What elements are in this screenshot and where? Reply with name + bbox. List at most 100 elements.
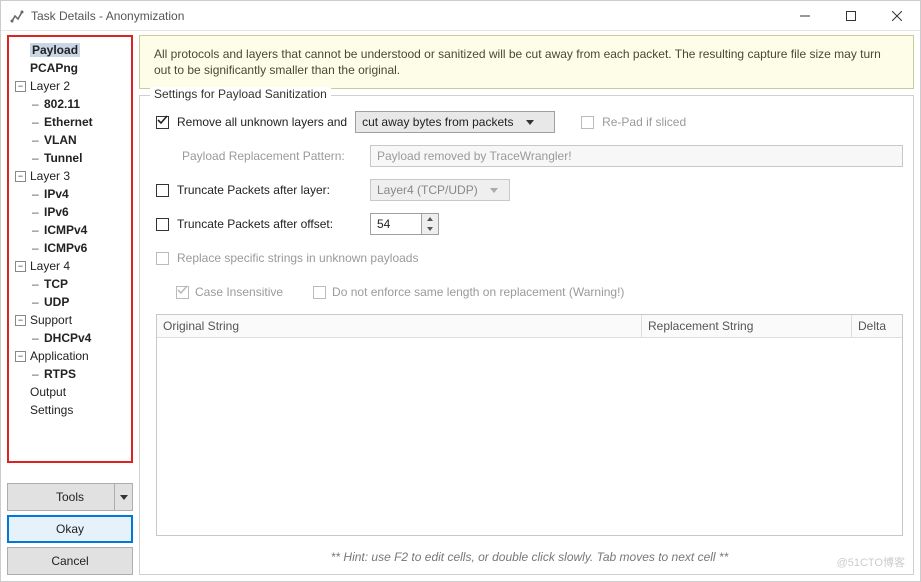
leaf-bullet-icon [29,133,44,147]
chevron-down-icon [490,188,498,193]
leaf-bullet-icon [29,277,44,291]
tree-item-pcapng[interactable]: PCAPng [13,59,127,77]
tree-item-tcp[interactable]: TCP [13,275,127,293]
tree-item-ipv6[interactable]: IPv6 [13,203,127,221]
leaf-bullet-icon [29,295,44,309]
replace-strings-label: Replace specific strings in unknown payl… [177,251,418,265]
tree-item-label: Application [30,349,89,363]
tree-item-application[interactable]: −Application [13,347,127,365]
truncate-offset-spinner[interactable]: 54 [370,213,439,235]
spinner-up[interactable] [422,214,438,224]
truncate-layer-label: Truncate Packets after layer: [177,183,362,197]
tree-item-label: UDP [44,295,69,309]
close-button[interactable] [874,1,920,31]
tools-split-arrow[interactable] [114,484,132,510]
leaf-bullet-icon [29,241,44,255]
okay-button[interactable]: Okay [7,515,133,543]
leaf-bullet-icon [29,205,44,219]
tree-item-label: DHCPv4 [44,331,91,345]
tree-item-layer-3[interactable]: −Layer 3 [13,167,127,185]
tree-item-layer-4[interactable]: −Layer 4 [13,257,127,275]
expander-icon[interactable]: − [15,81,26,92]
watermark: @51CTO博客 [837,554,905,570]
truncate-layer-checkbox[interactable] [156,184,169,197]
tools-button-label: Tools [56,490,84,504]
case-insensitive-label: Case Insensitive [195,285,283,299]
group-legend: Settings for Payload Sanitization [150,87,331,101]
expander-icon[interactable]: − [15,351,26,362]
info-panel: All protocols and layers that cannot be … [139,35,914,89]
tree-item-support[interactable]: −Support [13,311,127,329]
okay-label: Okay [56,522,84,536]
cancel-label: Cancel [51,554,88,568]
tree-item-label: RTPS [44,367,76,381]
tree-item-label: Layer 3 [30,169,70,183]
tree-item-label: Settings [30,403,73,417]
app-icon [9,8,25,24]
no-enforce-checkbox [313,286,326,299]
col-replacement[interactable]: Replacement String [642,315,852,338]
col-delta[interactable]: Delta [852,315,902,338]
chevron-down-icon [526,120,534,125]
tree-item-settings[interactable]: Settings [13,401,127,419]
repad-checkbox [581,116,594,129]
tree-item-vlan[interactable]: VLAN [13,131,127,149]
pattern-input: Payload removed by TraceWrangler! [370,145,903,167]
tree-item-label: PCAPng [30,61,78,75]
tree-item-label: ICMPv4 [44,223,87,237]
expander-icon[interactable]: − [15,171,26,182]
case-insensitive-checkbox [176,286,189,299]
tree-item-icmpv4[interactable]: ICMPv4 [13,221,127,239]
tree-item-udp[interactable]: UDP [13,293,127,311]
remove-unknown-label: Remove all unknown layers and [177,115,347,129]
tree-item-dhcpv4[interactable]: DHCPv4 [13,329,127,347]
tree-item-output[interactable]: Output [13,383,127,401]
tree-item-label: 802.11 [44,97,80,111]
leaf-bullet-icon [29,97,44,111]
expander-icon[interactable]: − [15,315,26,326]
hint-text: ** Hint: use F2 to edit cells, or double… [156,546,903,566]
tree-item-rtps[interactable]: RTPS [13,365,127,383]
tree-item-label: Support [30,313,72,327]
tools-button[interactable]: Tools [7,483,133,511]
truncate-offset-label: Truncate Packets after offset: [177,217,362,231]
tree-item-label: Layer 2 [30,79,70,93]
truncate-offset-checkbox[interactable] [156,218,169,231]
truncate-layer-combo: Layer4 (TCP/UDP) [370,179,510,201]
minimize-button[interactable] [782,1,828,31]
tree-item-label: IPv4 [44,187,69,201]
remove-unknown-checkbox[interactable] [156,116,169,129]
leaf-bullet-icon [29,223,44,237]
tree-item-label: ICMPv6 [44,241,87,255]
col-original[interactable]: Original String [157,315,642,338]
tree-item-802-11[interactable]: 802.11 [13,95,127,113]
leaf-bullet-icon [29,367,44,381]
tree-item-ethernet[interactable]: Ethernet [13,113,127,131]
maximize-button[interactable] [828,1,874,31]
nav-tree[interactable]: PayloadPCAPng−Layer 2802.11EthernetVLANT… [7,35,133,463]
cancel-button[interactable]: Cancel [7,547,133,575]
tree-item-ipv4[interactable]: IPv4 [13,185,127,203]
titlebar: Task Details - Anonymization [1,1,920,31]
table-body[interactable] [157,338,902,535]
tree-item-label: Payload [30,43,80,57]
tree-item-label: Output [30,385,66,399]
remove-unknown-combo-value: cut away bytes from packets [362,115,513,129]
tree-item-tunnel[interactable]: Tunnel [13,149,127,167]
spinner-down[interactable] [422,224,438,234]
truncate-offset-value[interactable]: 54 [371,214,421,234]
repad-label: Re-Pad if sliced [602,115,686,129]
remove-unknown-combo[interactable]: cut away bytes from packets [355,111,555,133]
tree-item-payload[interactable]: Payload [13,41,127,59]
expander-icon[interactable]: − [15,261,26,272]
truncate-layer-combo-value: Layer4 (TCP/UDP) [377,183,478,197]
leaf-bullet-icon [29,151,44,165]
tree-item-icmpv6[interactable]: ICMPv6 [13,239,127,257]
pattern-label: Payload Replacement Pattern: [182,149,362,163]
payload-sanitization-group: Settings for Payload Sanitization Remove… [139,95,914,575]
tree-item-label: IPv6 [44,205,69,219]
replacement-table[interactable]: Original String Replacement String Delta [156,314,903,536]
leaf-bullet-icon [29,331,44,345]
tree-item-label: Tunnel [44,151,82,165]
tree-item-layer-2[interactable]: −Layer 2 [13,77,127,95]
